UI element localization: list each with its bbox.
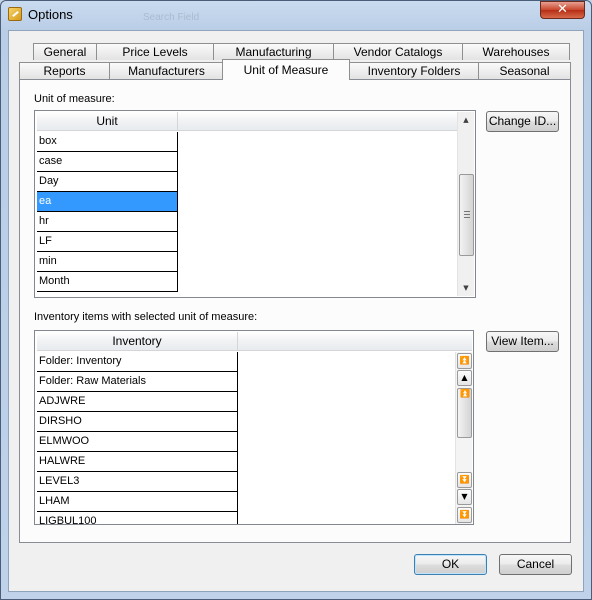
inventory-scrollbar[interactable]: ⏫ ▲ ⏫ ⏬ ▼ ⏬ [455, 352, 472, 524]
button-label: View Item... [491, 334, 554, 348]
tab-label: Price Levels [122, 45, 188, 59]
tab-label: Unit of Measure [243, 63, 329, 77]
uom-column-header-filler [178, 112, 457, 131]
button-label: Cancel [516, 557, 555, 571]
inventory-row-ligbul100[interactable]: LIGBUL100 [37, 512, 238, 524]
tab-label: Seasonal [499, 64, 550, 78]
row-text: ea [39, 195, 52, 207]
uom-scrollbar[interactable]: ▲ ▼ [457, 112, 474, 296]
tab-manufacturing[interactable]: Manufacturing [213, 43, 334, 60]
inventory-row-dirsho[interactable]: DIRSHO [37, 412, 238, 432]
tab-inventory-folders[interactable]: Inventory Folders [349, 62, 479, 79]
inventory-row-halwre[interactable]: HALWRE [37, 452, 238, 472]
tab-label: Reports [43, 64, 86, 78]
close-icon: ✕ [557, 2, 568, 17]
inventory-row-elmwoo[interactable]: ELMWOO [37, 432, 238, 452]
scroll-page-down-icon[interactable]: ⏬ [457, 507, 472, 523]
tab-label: Manufacturing [235, 45, 312, 59]
uom-row-box[interactable]: box [37, 132, 178, 152]
scroll-to-bottom-icon[interactable]: ⏬ [457, 472, 472, 488]
inventory-row-adjwre[interactable]: ADJWRE [37, 392, 238, 412]
tab-general[interactable]: General [33, 43, 97, 60]
row-text: Day [39, 175, 59, 187]
row-text: LHAM [39, 495, 70, 507]
scroll-down-arrow-icon[interactable]: ▼ [458, 280, 474, 296]
ok-button[interactable]: OK [414, 554, 487, 575]
grip-line [464, 214, 470, 215]
button-label: Change ID... [488, 114, 557, 128]
uom-list[interactable]: Unit box case Day ea hr LF min Month ▲ ▼ [34, 110, 476, 298]
inventory-row-level3[interactable]: LEVEL3 [37, 472, 238, 492]
tab-reports[interactable]: Reports [19, 62, 110, 79]
inventory-row-folder-raw-materials[interactable]: Folder: Raw Materials [37, 372, 238, 392]
app-icon [8, 7, 22, 21]
uom-row-day[interactable]: Day [37, 172, 178, 192]
row-text: LEVEL3 [39, 475, 80, 487]
row-text: LF [39, 235, 52, 247]
row-text: min [39, 255, 57, 267]
grip-line [464, 217, 470, 218]
tab-label: Manufacturers [128, 64, 205, 78]
row-text: DIRSHO [39, 415, 82, 427]
close-button[interactable]: ✕ [540, 1, 585, 19]
row-text: Folder: Inventory [39, 355, 122, 367]
column-header-label: Unit [96, 114, 118, 128]
uom-column-header[interactable]: Unit [37, 112, 178, 131]
column-header-label: Inventory [112, 334, 162, 348]
uom-row-lf[interactable]: LF [37, 232, 178, 252]
tab-label: Vendor Catalogs [353, 45, 443, 59]
row-text: case [39, 155, 63, 167]
title-ghost-text: Search Field [143, 12, 200, 23]
window-title: Options [28, 7, 73, 22]
scroll-up-icon[interactable]: ▲ [457, 370, 472, 386]
inventory-section-label: Inventory items with selected unit of me… [34, 311, 258, 323]
uom-rows: box case Day ea hr LF min Month [37, 132, 179, 297]
tab-manufacturers[interactable]: Manufacturers [109, 62, 224, 79]
row-text: ADJWRE [39, 395, 86, 407]
row-text: LIGBUL100 [39, 515, 97, 524]
tab-seasonal[interactable]: Seasonal [478, 62, 571, 79]
button-label: OK [441, 557, 460, 571]
tab-unit-of-measure[interactable]: Unit of Measure [222, 59, 350, 80]
cancel-button[interactable]: Cancel [499, 554, 572, 575]
tab-vendor-catalogs[interactable]: Vendor Catalogs [333, 43, 463, 60]
uom-row-hr[interactable]: hr [37, 212, 178, 232]
scroll-up-arrow-icon[interactable]: ▲ [458, 112, 474, 128]
inventory-column-header[interactable]: Inventory [37, 332, 238, 351]
row-text: ELMWOO [39, 435, 90, 447]
scroll-to-top-icon[interactable]: ⏫ [457, 353, 472, 369]
uom-section-label: Unit of measure: [34, 93, 115, 105]
tab-warehouses[interactable]: Warehouses [462, 43, 570, 60]
uom-row-month[interactable]: Month [37, 272, 178, 292]
row-text: HALWRE [39, 455, 86, 467]
scroll-thumb[interactable]: ⏫ [457, 388, 472, 438]
change-id-button[interactable]: Change ID... [486, 111, 559, 132]
tab-label: General [43, 45, 87, 59]
scroll-thumb[interactable] [459, 174, 474, 256]
thumb-top-icon: ⏫ [460, 389, 470, 398]
inventory-column-header-filler [238, 332, 472, 351]
inventory-row-folder-inventory[interactable]: Folder: Inventory [37, 352, 238, 372]
scroll-down-icon[interactable]: ▼ [457, 489, 472, 505]
inventory-row-lham[interactable]: LHAM [37, 492, 238, 512]
view-item-button[interactable]: View Item... [486, 331, 559, 352]
inventory-rows: Folder: Inventory Folder: Raw Materials … [37, 352, 239, 524]
tab-label: Warehouses [482, 45, 550, 59]
uom-row-case[interactable]: case [37, 152, 178, 172]
grip-line [464, 211, 470, 212]
tab-price-levels[interactable]: Price Levels [96, 43, 214, 60]
tab-label: Inventory Folders [367, 64, 461, 78]
inventory-list[interactable]: Inventory Folder: Inventory Folder: Raw … [34, 330, 474, 525]
row-text: hr [39, 215, 49, 227]
row-text: Folder: Raw Materials [39, 375, 146, 387]
row-text: box [39, 135, 57, 147]
row-text: Month [39, 275, 70, 287]
uom-row-min[interactable]: min [37, 252, 178, 272]
uom-row-ea[interactable]: ea [37, 192, 178, 212]
